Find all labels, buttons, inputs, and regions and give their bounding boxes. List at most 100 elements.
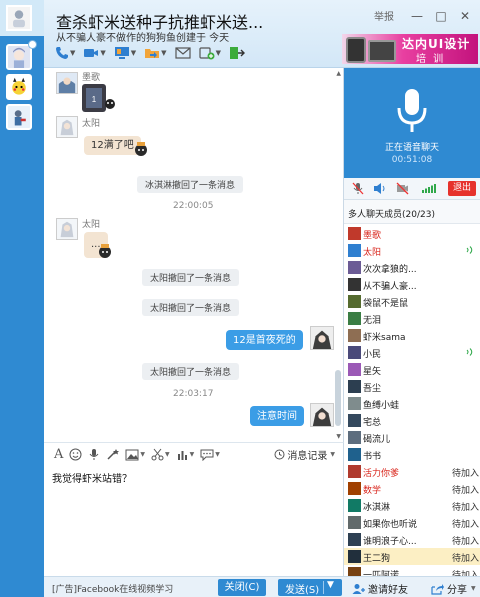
avatar[interactable] bbox=[348, 363, 361, 376]
avatar[interactable] bbox=[348, 448, 361, 461]
conversation-tab-4[interactable] bbox=[6, 104, 32, 130]
member-row[interactable]: 数学 待加入 bbox=[344, 480, 480, 497]
font-button[interactable]: A bbox=[54, 447, 63, 462]
share-button[interactable]: 分享 ▼ bbox=[431, 581, 476, 596]
apps-button[interactable]: ▼ bbox=[198, 44, 222, 62]
exit-group-button[interactable] bbox=[228, 44, 246, 62]
avatar[interactable] bbox=[348, 244, 361, 257]
magic-button[interactable] bbox=[106, 448, 120, 461]
member-row[interactable]: 如果你也听说 待加入 bbox=[344, 514, 480, 531]
voice-call-button[interactable]: ▼ bbox=[54, 44, 76, 62]
message-history-button[interactable]: 消息记录 ▼ bbox=[274, 447, 335, 462]
avatar[interactable] bbox=[56, 218, 78, 240]
exit-voice-button[interactable]: 退出 bbox=[448, 181, 476, 196]
scroll-down-arrow[interactable]: ▼ bbox=[336, 433, 341, 440]
send-options-dropdown[interactable]: ▼ bbox=[327, 580, 334, 590]
more-tools-button[interactable]: ▼ bbox=[200, 449, 220, 461]
member-row[interactable]: 书书 bbox=[344, 446, 480, 463]
member-row[interactable]: 谁明浪子心... 待加入 bbox=[344, 531, 480, 548]
member-row[interactable]: 活力你爹 待加入 bbox=[344, 463, 480, 480]
avatar[interactable] bbox=[348, 380, 361, 393]
mic-muted-icon[interactable] bbox=[352, 182, 364, 195]
member-row[interactable]: 王二狗 待加入 bbox=[344, 548, 480, 565]
avatar[interactable] bbox=[56, 72, 78, 94]
minimize-button[interactable]: — bbox=[408, 8, 426, 24]
member-row[interactable]: 无泪 bbox=[344, 310, 480, 327]
avatar[interactable] bbox=[348, 465, 361, 478]
emoji-button[interactable] bbox=[69, 448, 82, 461]
svg-text:1: 1 bbox=[92, 95, 97, 104]
member-row[interactable]: 小民 bbox=[344, 344, 480, 361]
member-row[interactable]: 碣流儿 bbox=[344, 429, 480, 446]
magic-wand-icon bbox=[107, 449, 120, 460]
conversation-tab-group-chat[interactable] bbox=[0, 0, 44, 36]
report-button[interactable]: 举报 bbox=[374, 8, 394, 23]
voice-message-button[interactable] bbox=[88, 448, 100, 461]
avatar[interactable] bbox=[348, 278, 361, 291]
share-label: 分享 bbox=[447, 585, 467, 596]
message-input-text[interactable]: 我觉得虾米站错？ bbox=[52, 470, 132, 485]
member-row[interactable]: 一匹阿诺 待加入 bbox=[344, 565, 480, 576]
poll-button[interactable]: ▼ bbox=[176, 448, 194, 461]
conversation-tab-2[interactable] bbox=[6, 44, 32, 70]
scroll-thumb[interactable] bbox=[335, 370, 341, 426]
maximize-button[interactable]: □ bbox=[432, 8, 450, 24]
speaker-icon[interactable] bbox=[373, 182, 386, 195]
voice-chat-panel: 正在语音聊天 00:51:08 bbox=[344, 68, 480, 178]
member-name: 小民 bbox=[363, 350, 382, 360]
screen-share-button[interactable]: ▼ bbox=[113, 44, 137, 62]
voice-timer: 00:51:08 bbox=[391, 155, 433, 165]
avatar[interactable] bbox=[348, 516, 361, 529]
my-avatar[interactable] bbox=[310, 403, 334, 427]
invite-friends-button[interactable]: 邀请好友 bbox=[352, 581, 408, 596]
message-list[interactable]: 墨歌 1 太阳 12满了吧 冰淇淋撤回了一条消息 22:00:05 太阳 ...… bbox=[44, 68, 344, 442]
avatar[interactable] bbox=[348, 482, 361, 495]
avatar[interactable] bbox=[348, 397, 361, 410]
close-window-button[interactable]: ✕ bbox=[456, 8, 474, 24]
avatar[interactable] bbox=[348, 329, 361, 342]
avatar[interactable] bbox=[348, 346, 361, 359]
member-row[interactable]: 太阳 bbox=[344, 242, 480, 259]
message-bubble-sent[interactable]: 注意时间 bbox=[250, 406, 304, 426]
member-row[interactable]: 鱼缚小蛙 bbox=[344, 395, 480, 412]
ad-link[interactable]: [广告]Facebook在线视频学习 bbox=[52, 582, 173, 595]
avatar[interactable] bbox=[56, 116, 78, 138]
member-row[interactable]: 从不骗人豪... bbox=[344, 276, 480, 293]
member-row[interactable]: 墨歌 bbox=[344, 225, 480, 242]
conversation-tab-3[interactable] bbox=[6, 74, 32, 100]
member-row[interactable]: 冰淇淋 待加入 bbox=[344, 497, 480, 514]
close-button[interactable]: 关闭(C) bbox=[218, 579, 266, 596]
avatar[interactable] bbox=[348, 414, 361, 427]
member-row[interactable]: 吾尘 bbox=[344, 378, 480, 395]
avatar[interactable] bbox=[348, 431, 361, 444]
chevron-down-icon: ▼ bbox=[70, 49, 76, 57]
member-name: 次次拿狼的... bbox=[363, 265, 417, 275]
ad-banner[interactable]: 达内UI设计 培 训 bbox=[342, 34, 478, 64]
chat-scrollbar[interactable]: ▲ ▼ bbox=[335, 70, 341, 440]
avatar[interactable] bbox=[348, 227, 361, 240]
message-input[interactable]: 我觉得虾米站错？ bbox=[44, 466, 344, 576]
invite-friends-label: 邀请好友 bbox=[368, 585, 408, 596]
avatar[interactable] bbox=[348, 499, 361, 512]
scroll-up-arrow[interactable]: ▲ bbox=[336, 70, 341, 77]
screenshot-button[interactable]: ▼ bbox=[151, 448, 170, 461]
member-row[interactable]: 宅总 bbox=[344, 412, 480, 429]
member-row[interactable]: 袋鼠不是鼠 bbox=[344, 293, 480, 310]
message-bubble-sent[interactable]: 12是首夜死的 bbox=[226, 330, 303, 350]
my-avatar[interactable] bbox=[310, 326, 334, 350]
video-off-icon[interactable] bbox=[396, 182, 409, 195]
folder-button[interactable]: ▼ bbox=[143, 44, 167, 62]
image-button[interactable]: ▼ bbox=[125, 449, 145, 461]
send-button[interactable]: 发送(S) ▼ bbox=[278, 579, 342, 596]
member-row[interactable]: 次次拿狼的... bbox=[344, 259, 480, 276]
avatar[interactable] bbox=[348, 533, 361, 546]
avatar[interactable] bbox=[348, 261, 361, 274]
email-button[interactable] bbox=[174, 44, 192, 62]
member-row[interactable]: 虾米sama bbox=[344, 327, 480, 344]
avatar[interactable] bbox=[348, 312, 361, 325]
video-call-button[interactable]: ▼ bbox=[82, 44, 106, 62]
avatar[interactable] bbox=[348, 567, 361, 576]
avatar[interactable] bbox=[348, 550, 361, 563]
avatar[interactable] bbox=[348, 295, 361, 308]
member-row[interactable]: 星矢 bbox=[344, 361, 480, 378]
